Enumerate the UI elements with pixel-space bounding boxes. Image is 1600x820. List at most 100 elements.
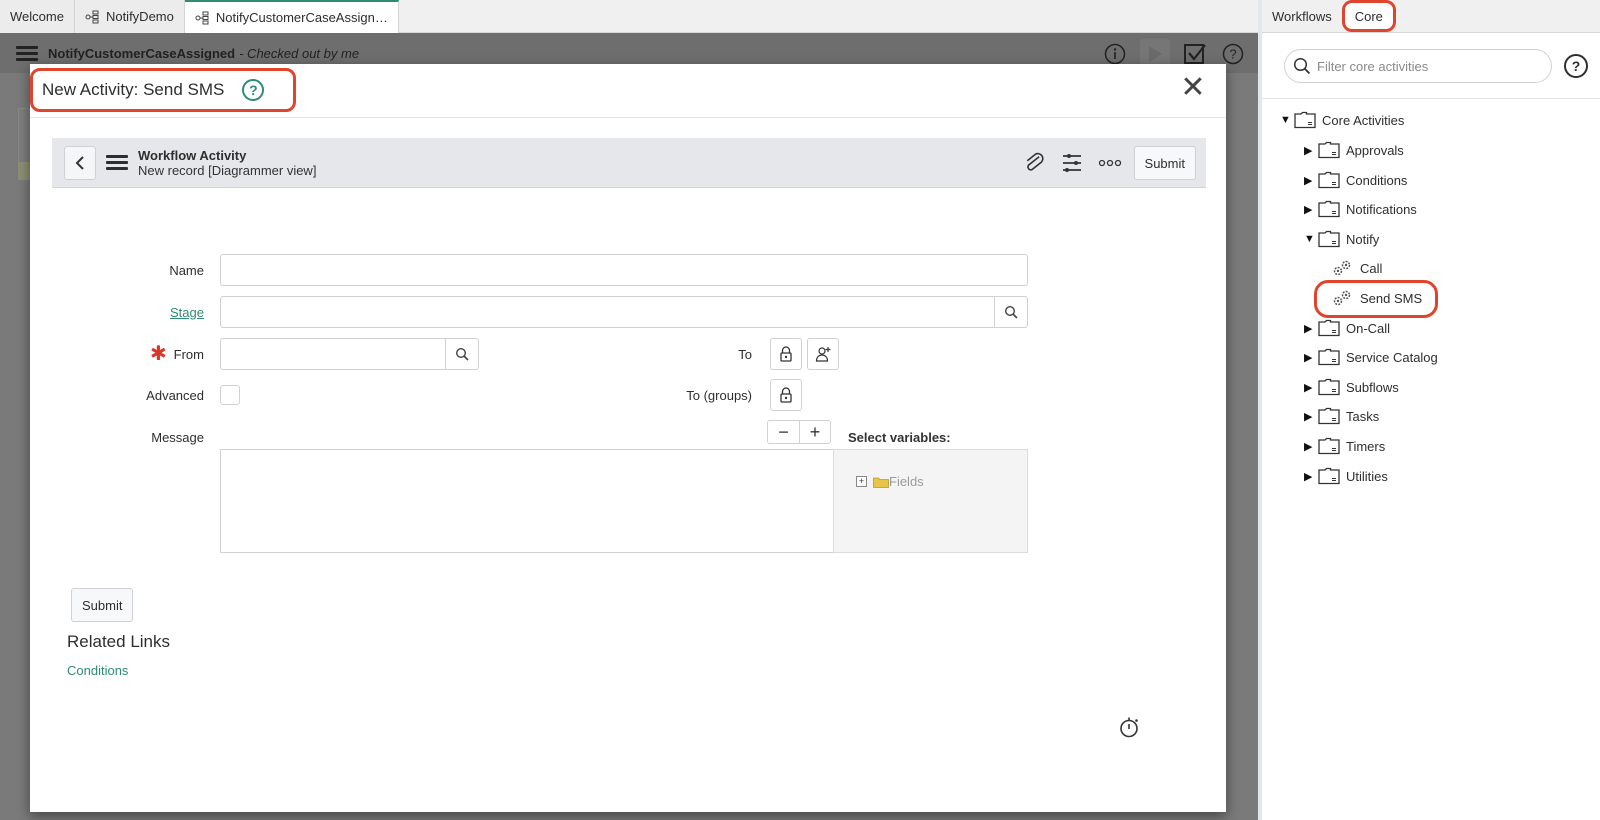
message-size-controls: − +	[767, 420, 831, 444]
close-icon[interactable]: ✕	[1178, 73, 1208, 104]
tab-notifycustomercaseassigned[interactable]: NotifyCustomerCaseAssign…	[184, 0, 399, 33]
tree-item-tasks[interactable]: ▶ Tasks	[1304, 405, 1379, 427]
canvas-activity-stub-marker	[18, 162, 30, 180]
to-groups-unlock-button[interactable]	[770, 379, 802, 411]
expand-icon[interactable]: +	[856, 476, 867, 487]
search-icon	[1004, 305, 1018, 319]
workflow-icon	[195, 11, 209, 24]
modal-title: New Activity: Send SMS	[42, 80, 225, 99]
more-icon[interactable]	[1096, 149, 1124, 177]
back-button[interactable]	[64, 145, 96, 180]
shrink-button[interactable]: −	[768, 421, 799, 443]
header-submit-button[interactable]: Submit	[1133, 146, 1196, 180]
tab-label: Welcome	[10, 9, 64, 24]
modal-header: New Activity: Send SMS ? ✕	[30, 64, 1226, 118]
from-input[interactable]	[220, 338, 479, 370]
tree-root-core-activities[interactable]: ▼ Core Activities	[1280, 109, 1404, 131]
hamburger-icon[interactable]	[16, 43, 38, 64]
fields-label: Fields	[889, 474, 924, 489]
collapsed-arrow-icon[interactable]: ▶	[1304, 470, 1318, 483]
collapsed-arrow-icon[interactable]: ▶	[1304, 144, 1318, 157]
variables-tree-fields[interactable]: + Fields	[856, 474, 924, 489]
collapsed-arrow-icon[interactable]: ▶	[1304, 203, 1318, 216]
svg-text:?: ?	[1229, 47, 1236, 62]
form-title: Workflow Activity	[138, 147, 247, 163]
chevron-left-icon	[75, 155, 84, 170]
tab-label: NotifyDemo	[105, 9, 174, 24]
to-add-user-button[interactable]	[807, 338, 839, 370]
folder-icon	[1318, 319, 1340, 337]
modal-title-highlight: New Activity: Send SMS ?	[30, 68, 296, 112]
collapsed-arrow-icon[interactable]: ▶	[1304, 381, 1318, 394]
folder-icon	[1294, 111, 1316, 129]
help-icon[interactable]: ?	[242, 79, 265, 101]
tree-label: Conditions	[1346, 172, 1408, 188]
folder-icon	[873, 477, 889, 488]
tab-core[interactable]: Core	[1341, 0, 1396, 32]
workflow-name: NotifyCustomerCaseAssigned	[48, 45, 236, 61]
folder-icon	[1318, 141, 1340, 159]
form-subtitle: New record [Diagrammer view]	[138, 162, 317, 178]
advanced-checkbox[interactable]	[220, 385, 240, 405]
collapsed-arrow-icon[interactable]: ▶	[1304, 410, 1318, 423]
folder-icon	[1318, 171, 1340, 189]
collapsed-arrow-icon[interactable]: ▶	[1304, 440, 1318, 453]
tree-item-approvals[interactable]: ▶ Approvals	[1304, 139, 1404, 161]
from-lookup-button[interactable]	[445, 339, 478, 369]
tree-item-subflows[interactable]: ▶ Subflows	[1304, 376, 1399, 398]
hamburger-icon[interactable]	[106, 152, 128, 173]
stage-lookup-button[interactable]	[994, 297, 1027, 327]
tree-label: Subflows	[1346, 379, 1399, 395]
from-label: From	[173, 347, 204, 362]
collapsed-arrow-icon[interactable]: ▶	[1304, 322, 1318, 335]
help-icon[interactable]: ?	[1564, 54, 1588, 78]
filter-activities-input[interactable]	[1317, 58, 1537, 74]
stage-input[interactable]	[220, 296, 1028, 328]
filter-activities-field	[1284, 49, 1552, 83]
tree-label: Notifications	[1346, 201, 1417, 217]
tree-item-utilities[interactable]: ▶ Utilities	[1304, 465, 1388, 487]
tree-label: Timers	[1346, 438, 1386, 454]
expand-button[interactable]: +	[799, 421, 830, 443]
collapsed-arrow-icon[interactable]: ▶	[1304, 174, 1318, 187]
tree-item-timers[interactable]: ▶ Timers	[1304, 435, 1385, 457]
advanced-label: Advanced	[146, 388, 204, 403]
tree-label: Approvals	[1346, 142, 1404, 158]
tree-item-service-catalog[interactable]: ▶ Service Catalog	[1304, 346, 1438, 368]
message-textarea[interactable]	[220, 449, 834, 553]
lock-icon	[780, 346, 792, 362]
tree-item-on-call[interactable]: ▶ On-Call	[1304, 317, 1390, 339]
related-link-conditions[interactable]: Conditions	[67, 663, 128, 678]
sliders-icon[interactable]	[1058, 149, 1086, 177]
folder-icon	[1318, 230, 1340, 248]
tab-workflows[interactable]: Workflows	[1262, 0, 1342, 33]
to-groups-label: To (groups)	[686, 388, 752, 403]
expanded-arrow-icon[interactable]: ▼	[1280, 114, 1294, 126]
expanded-arrow-icon[interactable]: ▼	[1304, 233, 1318, 245]
new-activity-modal: New Activity: Send SMS ? ✕ Workflow Acti…	[30, 64, 1226, 812]
tree-label: Service Catalog	[1346, 349, 1438, 365]
timer-icon[interactable]	[1118, 716, 1140, 743]
tree-activity-call[interactable]: Call	[1332, 257, 1382, 279]
tab-notifydemo[interactable]: NotifyDemo	[74, 0, 185, 33]
message-label: Message	[151, 430, 204, 445]
paperclip-icon[interactable]	[1020, 149, 1048, 177]
tree-item-conditions[interactable]: ▶ Conditions	[1304, 169, 1407, 191]
name-label: Name	[169, 263, 204, 278]
tree-item-notify[interactable]: ▼ Notify	[1304, 228, 1379, 250]
form-header: Workflow Activity New record [Diagrammer…	[52, 138, 1206, 188]
folder-icon	[1318, 407, 1340, 425]
tree-label: On-Call	[1346, 320, 1391, 336]
search-icon	[1293, 57, 1311, 75]
name-input[interactable]	[220, 254, 1028, 286]
tree-item-notifications[interactable]: ▶ Notifications	[1304, 198, 1417, 220]
stage-label-link[interactable]: Stage	[130, 305, 204, 320]
collapsed-arrow-icon[interactable]: ▶	[1304, 351, 1318, 364]
folder-icon	[1318, 467, 1340, 485]
submit-button[interactable]: Submit	[71, 588, 134, 622]
folder-icon	[1318, 200, 1340, 218]
folder-icon	[1318, 437, 1340, 455]
to-unlock-button[interactable]	[770, 338, 802, 370]
tab-welcome[interactable]: Welcome	[0, 0, 75, 33]
tree-label: Core Activities	[1322, 112, 1405, 128]
